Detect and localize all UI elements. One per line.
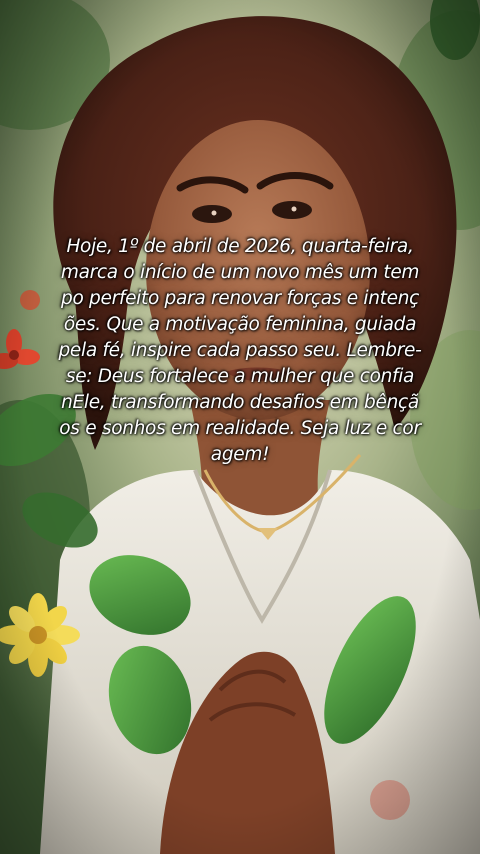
story-screen: Hoje, 1º de abril de 2026, quarta-feira,… bbox=[0, 0, 480, 854]
motivational-message: Hoje, 1º de abril de 2026, quarta-feira,… bbox=[58, 236, 422, 465]
